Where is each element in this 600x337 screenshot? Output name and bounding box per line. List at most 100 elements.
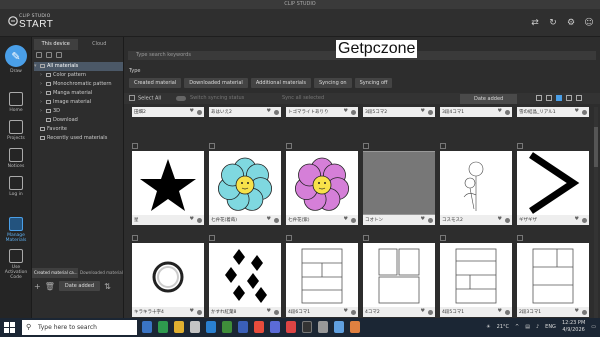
material-thumbnail[interactable]: [440, 151, 512, 215]
more-options-icon[interactable]: [197, 218, 202, 223]
media-icon[interactable]: [286, 321, 296, 333]
more-options-icon[interactable]: [582, 218, 587, 223]
material-card[interactable]: コオトン ♥: [363, 143, 435, 225]
nav-home[interactable]: Home: [0, 92, 32, 113]
favorite-heart-icon[interactable]: ♥: [575, 308, 579, 314]
account-icon[interactable]: ☺: [584, 18, 594, 28]
favorite-heart-icon[interactable]: ♥: [344, 216, 348, 222]
material-card[interactable]: ギザギザ ♥: [517, 143, 589, 225]
favorite-heart-icon[interactable]: ♥: [344, 108, 348, 114]
material-card[interactable]: 4段5コマ1 ♥: [440, 235, 512, 317]
add-icon[interactable]: +: [34, 282, 41, 291]
select-all[interactable]: Select All: [129, 95, 161, 102]
tree-node[interactable]: › Manga material: [34, 89, 123, 98]
transfer-icon[interactable]: ⇄: [530, 18, 540, 28]
weather-temp[interactable]: 21°C: [497, 324, 509, 330]
volume-icon[interactable]: ♪: [536, 324, 539, 330]
grid-large-icon[interactable]: [556, 95, 562, 101]
new-folder-icon[interactable]: [36, 52, 42, 58]
terminal-icon[interactable]: [302, 321, 312, 333]
nav-manage-materials[interactable]: Manage Materials: [0, 217, 32, 243]
material-checkbox[interactable]: [286, 235, 292, 241]
tab-created-material[interactable]: Created material ca...: [32, 268, 78, 278]
material-card[interactable]: かすれ紅葉8 ♥: [209, 235, 281, 317]
more-options-icon[interactable]: [351, 110, 356, 115]
clock[interactable]: 12:23 PM 4/9/2026: [562, 320, 585, 334]
tab-this-device[interactable]: This device: [34, 39, 78, 50]
favorite-heart-icon[interactable]: ♥: [498, 216, 502, 222]
more-options-icon[interactable]: [428, 310, 433, 315]
type-chip[interactable]: Additional materials: [250, 78, 311, 88]
excel-icon[interactable]: [222, 321, 232, 333]
windows-start-icon[interactable]: [4, 322, 15, 333]
material-checkbox[interactable]: [440, 235, 446, 241]
more-options-icon[interactable]: [428, 218, 433, 223]
edit-icon[interactable]: [56, 52, 62, 58]
material-card[interactable]: 3段4コマ1 ♥: [440, 107, 512, 117]
more-options-icon[interactable]: [197, 110, 202, 115]
language-indicator[interactable]: ENG: [545, 324, 556, 330]
material-thumbnail[interactable]: [209, 243, 281, 307]
task-view-icon[interactable]: [142, 321, 152, 333]
tree-sort-dropdown[interactable]: Date added: [58, 281, 101, 291]
more-options-icon[interactable]: [505, 110, 510, 115]
more-options-icon[interactable]: [274, 218, 279, 223]
material-thumbnail[interactable]: [209, 151, 281, 215]
delete-icon[interactable]: 🗑: [45, 282, 55, 291]
favorite-heart-icon[interactable]: ♥: [190, 308, 194, 314]
photos-icon[interactable]: [334, 321, 344, 333]
material-card[interactable]: 星 ♥: [132, 143, 204, 225]
type-chip[interactable]: Downloaded material: [184, 78, 248, 88]
material-checkbox[interactable]: [363, 235, 369, 241]
sort-dropdown[interactable]: Date added: [460, 94, 518, 104]
more-options-icon[interactable]: [197, 310, 202, 315]
app-icon[interactable]: [158, 321, 168, 333]
material-thumbnail[interactable]: [440, 243, 512, 307]
favorite-heart-icon[interactable]: ♥: [267, 108, 271, 114]
tree-node[interactable]: › Color pattern: [34, 71, 123, 80]
material-card[interactable]: 田畑2 ♥: [132, 107, 204, 117]
favorite-heart-icon[interactable]: ♥: [190, 108, 194, 114]
tree-node[interactable]: › Monochromatic pattern: [34, 80, 123, 89]
nav-draw[interactable]: ✎ Draw: [0, 45, 32, 74]
sync-all-button[interactable]: Sync all selected: [282, 95, 324, 101]
more-options-icon[interactable]: [582, 110, 587, 115]
tab-downloaded-material[interactable]: Downloaded material ca...: [78, 268, 124, 278]
material-thumbnail[interactable]: [517, 243, 589, 307]
gear-icon[interactable]: ⚙: [566, 18, 576, 28]
more-options-icon[interactable]: [505, 218, 510, 223]
nav-notices[interactable]: Notices: [0, 148, 32, 169]
nav-activation-code[interactable]: Use Activation Code: [0, 249, 32, 280]
grid-small-icon[interactable]: [566, 95, 572, 101]
material-checkbox[interactable]: [132, 235, 138, 241]
tree-node[interactable]: ▾ All materials: [34, 62, 123, 71]
store-icon[interactable]: [190, 321, 200, 333]
taskbar-search-input[interactable]: ⚲ Type here to search: [22, 320, 137, 335]
network-icon[interactable]: ▤: [525, 324, 530, 330]
material-card[interactable]: 4段6コマ1 ♥: [286, 235, 358, 317]
select-all-checkbox[interactable]: [129, 95, 135, 101]
material-checkbox[interactable]: [517, 143, 523, 149]
more-options-icon[interactable]: [351, 310, 356, 315]
notifications-icon[interactable]: ▭: [591, 324, 596, 330]
tree-node[interactable]: Download: [34, 116, 123, 125]
material-checkbox[interactable]: [209, 235, 215, 241]
edge-icon[interactable]: [206, 321, 216, 333]
favorite-heart-icon[interactable]: ♥: [267, 308, 271, 314]
material-thumbnail[interactable]: [363, 151, 435, 215]
material-checkbox[interactable]: [132, 143, 138, 149]
grid-scrollbar[interactable]: [594, 107, 598, 318]
type-chip[interactable]: Syncing off: [354, 78, 393, 88]
favorite-heart-icon[interactable]: ♥: [344, 308, 348, 314]
more-options-icon[interactable]: [274, 310, 279, 315]
material-thumbnail[interactable]: [132, 151, 204, 215]
tree-node[interactable]: Recently used materials: [34, 134, 123, 143]
favorite-heart-icon[interactable]: ♥: [190, 216, 194, 222]
more-options-icon[interactable]: [351, 218, 356, 223]
material-checkbox[interactable]: [286, 143, 292, 149]
settings-app-icon[interactable]: [318, 321, 328, 333]
material-card[interactable]: コスモス2 ♥: [440, 143, 512, 225]
sort-order-icon[interactable]: [536, 95, 542, 101]
more-options-icon[interactable]: [428, 110, 433, 115]
type-chip[interactable]: Syncing on: [313, 78, 352, 88]
